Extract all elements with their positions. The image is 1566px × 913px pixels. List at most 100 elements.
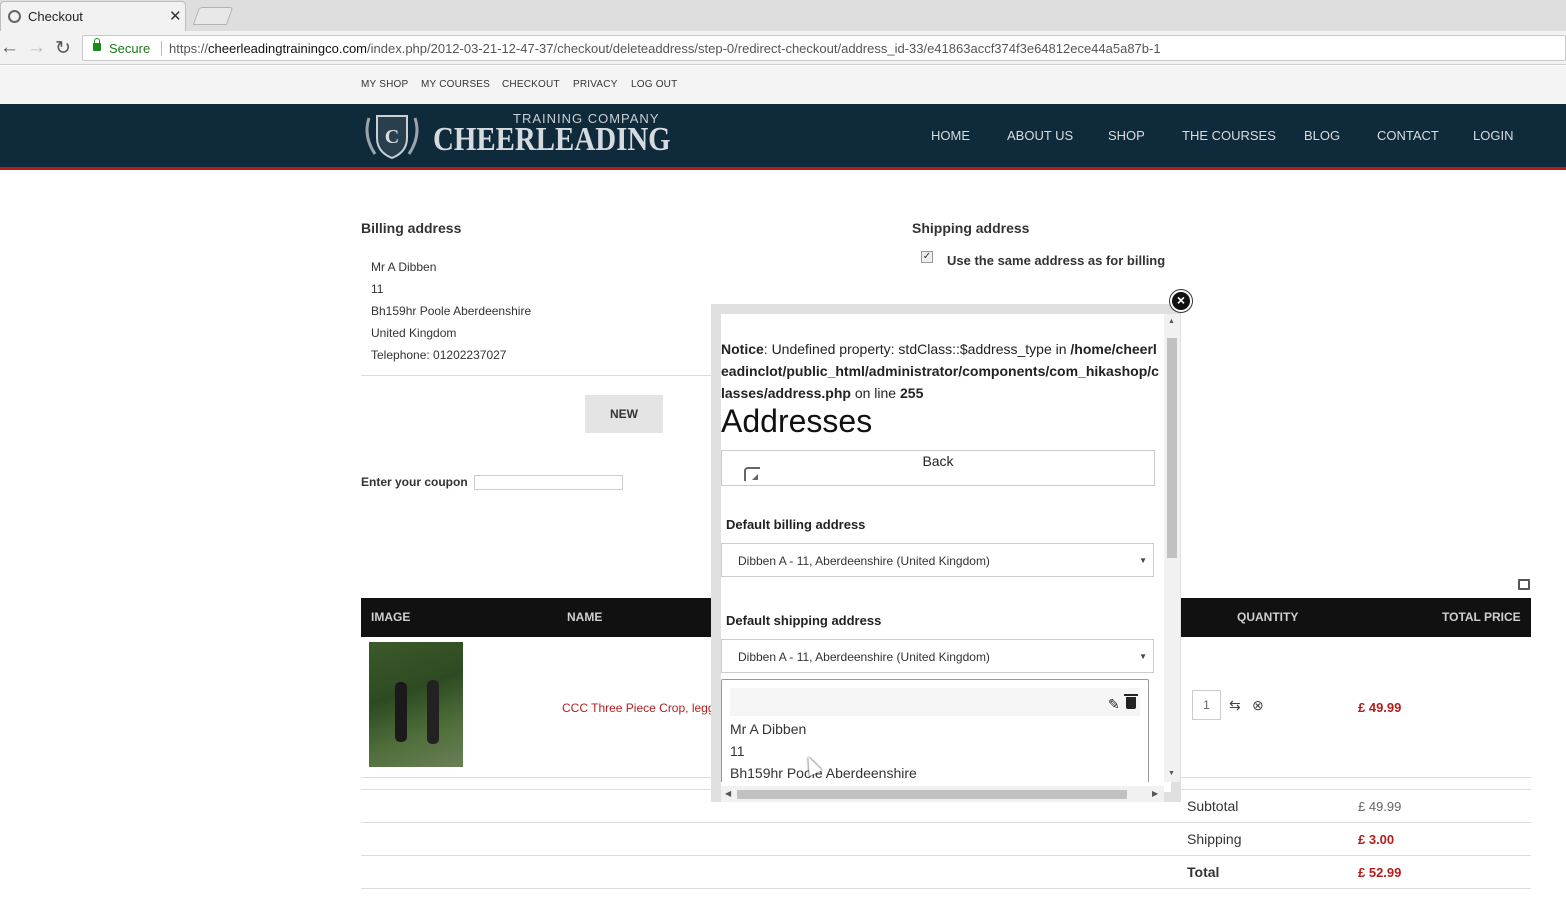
same-address-checkbox[interactable]: ✓ [921,251,933,263]
quantity-input[interactable]: 1 [1192,690,1221,720]
notice-text: : Undefined property: stdClass::$address… [763,341,1071,357]
top-utility-nav: MY SHOP MY COURSES CHECKOUT PRIVACY LOG … [0,66,1566,104]
scroll-left-icon[interactable]: ◀ [725,789,731,798]
nav-about-us[interactable]: ABOUT US [1007,128,1073,143]
url-scheme: https:// [169,41,209,56]
reload-icon[interactable]: ↻ [55,37,71,60]
secure-label: Secure [109,41,151,56]
refresh-icon[interactable]: ⇆ [1229,697,1241,714]
subtotal-label: Subtotal [1187,798,1239,814]
address-card-line: Mr A Dibben [730,721,807,737]
vertical-scroll-thumb[interactable] [1167,338,1177,558]
address-bar: ← → ↻ Secure https://cheerleadingtrainin… [0,31,1566,65]
notice-label: Notice [721,341,764,357]
url-input[interactable]: Secure https://cheerleadingtrainingco.co… [82,35,1566,61]
address-card: ✎ Mr A Dibben 11 Bh159hr Poole Aberdeens… [721,679,1149,782]
edit-pencil-icon[interactable]: ✎ [1108,696,1120,713]
subtotal-value: £ 49.99 [1358,799,1402,814]
chevron-down-icon: ▼ [1139,652,1147,661]
forward-arrow-icon[interactable]: → [27,37,46,59]
nav-blog[interactable]: BLOG [1304,128,1340,143]
col-name: NAME [567,610,603,624]
divider [361,375,711,376]
notice-line-number: 255 [900,385,924,401]
remove-icon[interactable]: ⊗ [1252,697,1264,714]
default-shipping-value: Dibben A - 11, Aberdeenshire (United Kin… [738,650,990,664]
modal-title: Addresses [721,403,873,439]
logo-title: CHEERLEADING [433,121,671,158]
new-address-button[interactable]: NEW [585,395,663,433]
billing-line: Mr A Dibben [371,260,437,274]
nav-log-out[interactable]: LOG OUT [631,79,677,90]
billing-title: Billing address [361,220,462,236]
nav-my-courses[interactable]: MY COURSES [421,79,490,90]
scroll-down-icon[interactable]: ▼ [1168,770,1175,777]
url-path: /index.php/2012-03-21-12-47-37/checkout/… [367,41,1161,56]
nav-contact[interactable]: CONTACT [1377,128,1439,143]
coupon-label: Enter your coupon [361,475,468,489]
nav-my-shop[interactable]: MY SHOP [361,79,408,90]
new-tab-button[interactable] [192,7,234,25]
nav-shop[interactable]: SHOP [1108,128,1145,143]
col-image: IMAGE [371,610,411,624]
default-billing-label: Default billing address [726,517,866,532]
billing-line: 11 [371,282,384,296]
addresses-modal: Notice: Undefined property: stdClass::$a… [711,304,1181,802]
shipping-title: Shipping address [912,220,1030,236]
col-total-price: TOTAL PRICE [1442,610,1521,624]
address-card-toolbar: ✎ [730,688,1140,716]
modal-horizontal-scrollbar[interactable]: ◀ ▶ [721,786,1164,802]
browser-tab[interactable]: Checkout ✕ [0,1,186,31]
modal-close-button[interactable]: × [1170,290,1192,312]
scroll-up-icon[interactable]: ▲ [1168,318,1175,325]
print-icon[interactable] [1518,579,1530,590]
total-label: Total [1187,864,1220,880]
back-arrow-icon [744,467,760,481]
scroll-right-icon[interactable]: ▶ [1152,789,1158,798]
total-value: £ 52.99 [1358,865,1402,880]
omnibox-divider [161,41,162,56]
trash-icon[interactable] [1124,694,1138,709]
divider [361,822,1531,823]
product-name-link[interactable]: CCC Three Piece Crop, legg [562,701,715,715]
billing-line: United Kingdom [371,326,457,340]
coupon-input[interactable] [474,475,623,490]
url-text: https://cheerleadingtrainingco.com/index… [169,41,1161,56]
modal-vertical-scrollbar[interactable]: ▲ ▼ [1164,314,1180,782]
default-billing-select[interactable]: Dibben A - 11, Aberdeenshire (United Kin… [721,543,1154,577]
tab-close-icon[interactable]: ✕ [169,7,182,25]
notice-line-text: on line [850,385,900,401]
back-button-label: Back [922,453,954,469]
divider [361,855,1531,856]
modal-content: Notice: Undefined property: stdClass::$a… [721,314,1161,782]
back-button[interactable]: Back [721,450,1155,486]
address-card-line: Bh159hr Poole Aberdeenshire [730,765,917,781]
nav-login[interactable]: LOGIN [1473,128,1513,143]
horizontal-scroll-thumb[interactable] [737,790,1127,799]
lock-icon [93,38,101,51]
billing-line: Bh159hr Poole Aberdeenshire [371,304,532,318]
default-shipping-select[interactable]: Dibben A - 11, Aberdeenshire (United Kin… [721,639,1154,673]
back-arrow-icon[interactable]: ← [0,37,19,59]
url-domain: cheerleadingtrainingco.com [208,41,368,56]
default-shipping-label: Default shipping address [726,613,882,628]
product-image[interactable] [369,642,463,767]
chevron-down-icon: ▼ [1139,556,1147,565]
default-billing-value: Dibben A - 11, Aberdeenshire (United Kin… [738,554,990,568]
shipping-label: Shipping [1187,831,1242,847]
nav-privacy[interactable]: PRIVACY [573,79,618,90]
nav-the-courses[interactable]: THE COURSES [1182,128,1276,143]
svg-text:C: C [385,126,399,148]
nav-home[interactable]: HOME [931,128,970,143]
crest-logo-icon[interactable]: C [361,112,423,160]
site-header: C TRAINING COMPANY CHEERLEADING HOME ABO… [0,104,1566,170]
nav-checkout[interactable]: CHECKOUT [502,79,560,90]
divider [361,888,1531,889]
browser-tab-bar: Checkout ✕ [0,0,1566,31]
col-quantity: QUANTITY [1237,610,1299,624]
billing-line: Telephone: 01202237027 [371,348,507,362]
tab-title: Checkout [28,9,83,24]
site-favicon-icon [8,10,21,23]
address-card-line: 11 [730,743,745,759]
item-price: £ 49.99 [1358,700,1402,715]
